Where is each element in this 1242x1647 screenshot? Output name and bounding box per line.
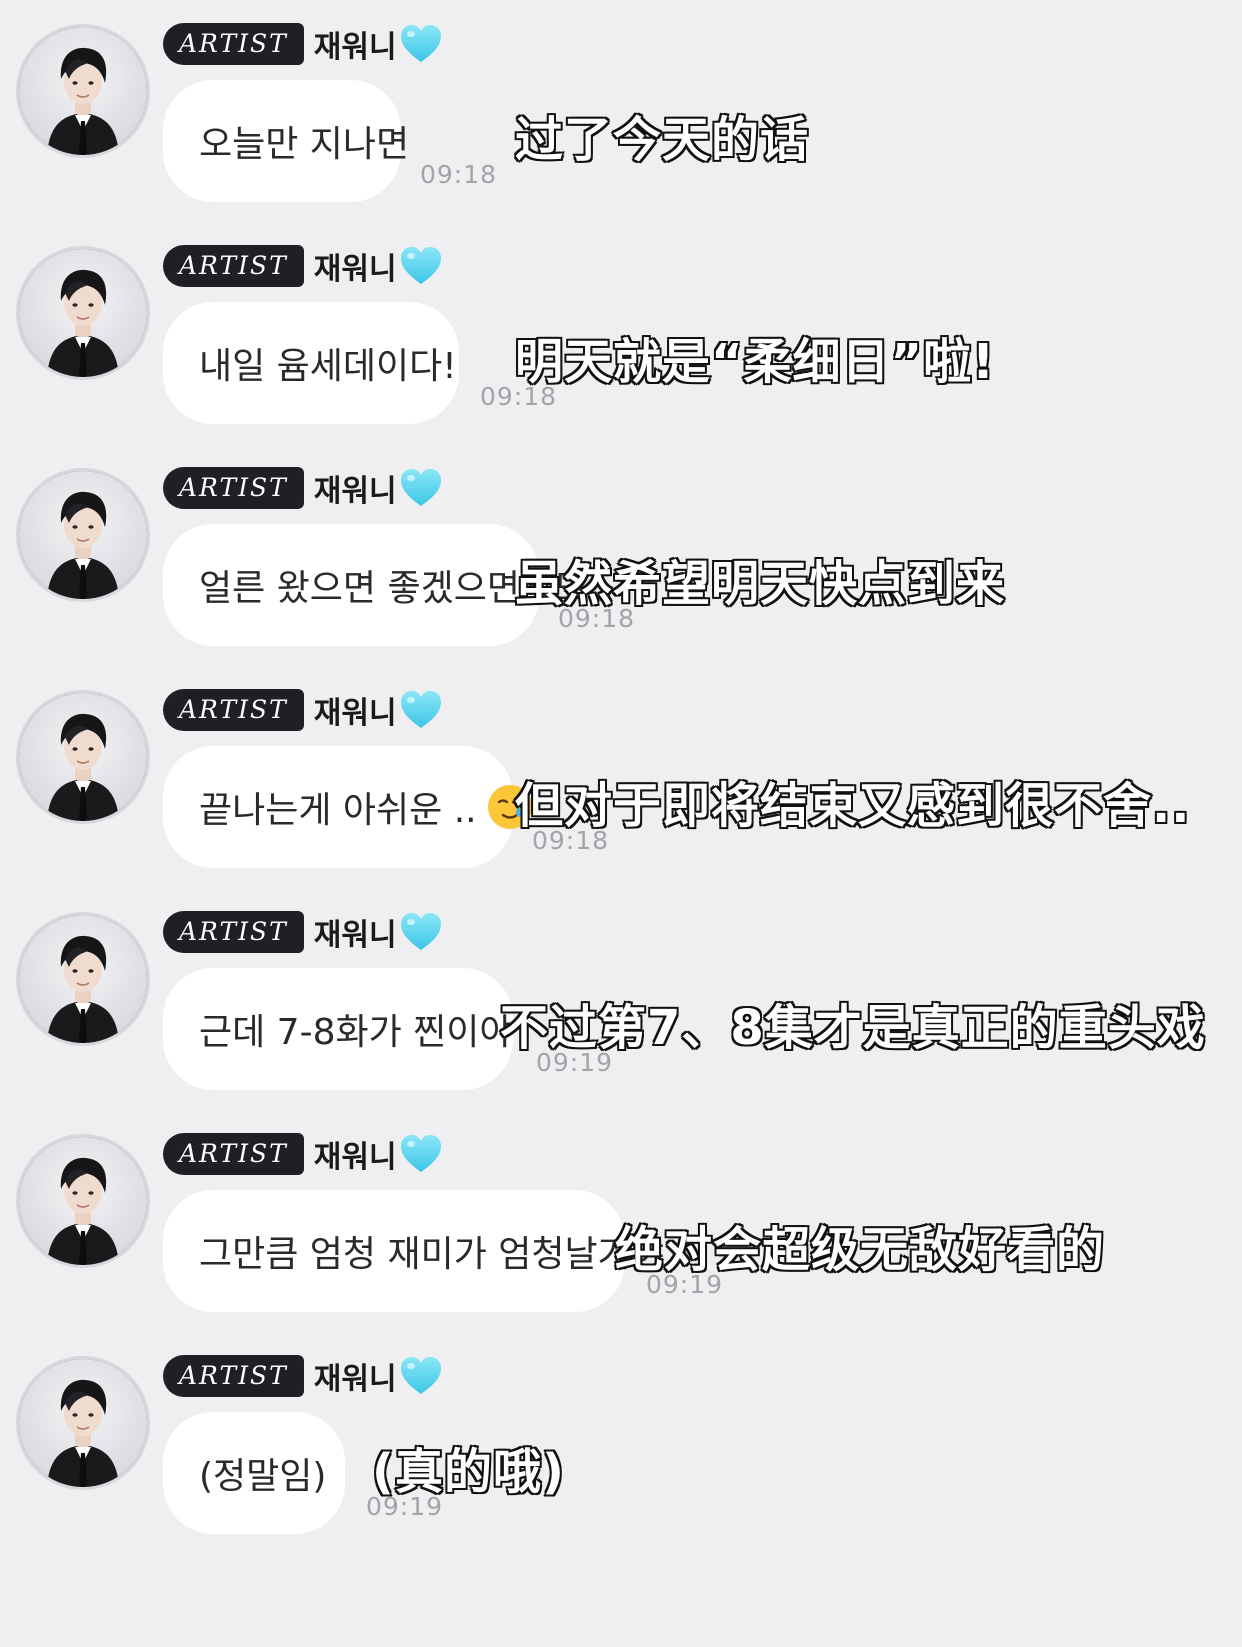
translation-caption: 但对于即将结束又感到很不舍.. — [513, 777, 1191, 836]
artist-badge: ARTIST — [163, 245, 304, 287]
light-blue-heart-icon — [399, 246, 443, 286]
chat-message: ARTIST 재워니 그만큼 엄청 재미가 엄청날거야 09:19 绝对会超级无… — [0, 1110, 1242, 1340]
light-blue-heart-icon — [399, 24, 443, 64]
sender-name: 재워니 — [313, 918, 397, 953]
avatar[interactable] — [16, 468, 150, 602]
sender-row: ARTIST 재워니 — [163, 688, 443, 732]
message-bubble[interactable]: 근데 7-8화가 찐이야 — [163, 968, 513, 1090]
avatar[interactable] — [16, 246, 150, 380]
light-blue-heart-icon — [399, 912, 443, 952]
chat-message: ARTIST 재워니 얼른 왔으면 좋겠으면서도 09:18 虽然希望明天快点到… — [0, 444, 1242, 674]
sender-name: 재워니 — [313, 1362, 397, 1397]
message-text: 내일 윰세데이다! — [199, 346, 457, 387]
light-blue-heart-icon — [399, 1134, 443, 1174]
message-bubble[interactable]: 끝나는게 아쉬운 .. — [163, 746, 532, 868]
sender-name: 재워니 — [313, 696, 397, 731]
artist-badge: ARTIST — [163, 689, 304, 731]
message-bubble[interactable]: 내일 윰세데이다! — [163, 302, 459, 424]
message-bubble[interactable]: 오늘만 지나면 — [163, 80, 409, 202]
message-bubble[interactable]: 얼른 왔으면 좋겠으면서도 — [163, 524, 586, 646]
chat-message: ARTIST 재워니 끝나는게 아쉬운 .. 09:18 但对于即将结束又感到很… — [0, 666, 1242, 896]
light-blue-heart-icon — [399, 1356, 443, 1396]
message-text: (정말임) — [199, 1456, 327, 1497]
message-bubble[interactable]: 그만큼 엄청 재미가 엄청날거야 — [163, 1190, 664, 1312]
message-text: 그만큼 엄청 재미가 엄청날거야 — [199, 1234, 664, 1275]
sender-row: ARTIST 재워니 — [163, 1132, 443, 1176]
sender-name: 재워니 — [313, 252, 397, 287]
sender-row: ARTIST 재워니 — [163, 910, 443, 954]
translation-caption: 虽然希望明天快点到来 — [513, 555, 1006, 614]
avatar[interactable] — [16, 24, 150, 158]
avatar[interactable] — [16, 690, 150, 824]
sender-row: ARTIST 재워니 — [163, 244, 443, 288]
message-text: 끝나는게 아쉬운 .. — [199, 790, 477, 831]
chat-message: ARTIST 재워니 내일 윰세데이다! 09:18 明天就是“柔细日”啦! — [0, 222, 1242, 452]
message-text: 근데 7-8화가 찐이야 — [199, 1012, 513, 1053]
sender-row: ARTIST 재워니 — [163, 22, 443, 66]
translation-caption: (真的哦) — [371, 1443, 566, 1502]
artist-badge: ARTIST — [163, 467, 304, 509]
translation-caption: 过了今天的话 — [513, 111, 810, 170]
light-blue-heart-icon — [399, 468, 443, 508]
artist-badge: ARTIST — [163, 911, 304, 953]
message-text: 오늘만 지나면 — [199, 124, 410, 165]
sender-name: 재워니 — [313, 30, 397, 65]
chat-message: ARTIST 재워니 (정말임) 09:19 (真的哦) — [0, 1332, 1242, 1562]
message-time: 09:18 — [420, 160, 498, 189]
sender-row: ARTIST 재워니 — [163, 466, 443, 510]
chat-message: ARTIST 재워니 근데 7-8화가 찐이야 09:19 不过第7、8集才是真… — [0, 888, 1242, 1118]
sender-name: 재워니 — [313, 1140, 397, 1175]
sender-name: 재워니 — [313, 474, 397, 509]
translation-caption: 明天就是“柔细日”啦! — [514, 333, 996, 392]
sender-row: ARTIST 재워니 — [163, 1354, 443, 1398]
artist-badge: ARTIST — [163, 23, 304, 65]
message-bubble[interactable]: (정말임) — [163, 1412, 345, 1534]
translation-caption: 不过第7、8集才是真正的重头戏 — [499, 999, 1207, 1058]
avatar[interactable] — [16, 1134, 150, 1268]
translation-caption: 绝对会超级无敌好看的 — [613, 1221, 1106, 1280]
avatar[interactable] — [16, 912, 150, 1046]
artist-badge: ARTIST — [163, 1133, 304, 1175]
avatar[interactable] — [16, 1356, 150, 1490]
artist-badge: ARTIST — [163, 1355, 304, 1397]
light-blue-heart-icon — [399, 690, 443, 730]
chat-message: ARTIST 재워니 오늘만 지나면 09:18 过了今天的话 — [0, 0, 1242, 230]
